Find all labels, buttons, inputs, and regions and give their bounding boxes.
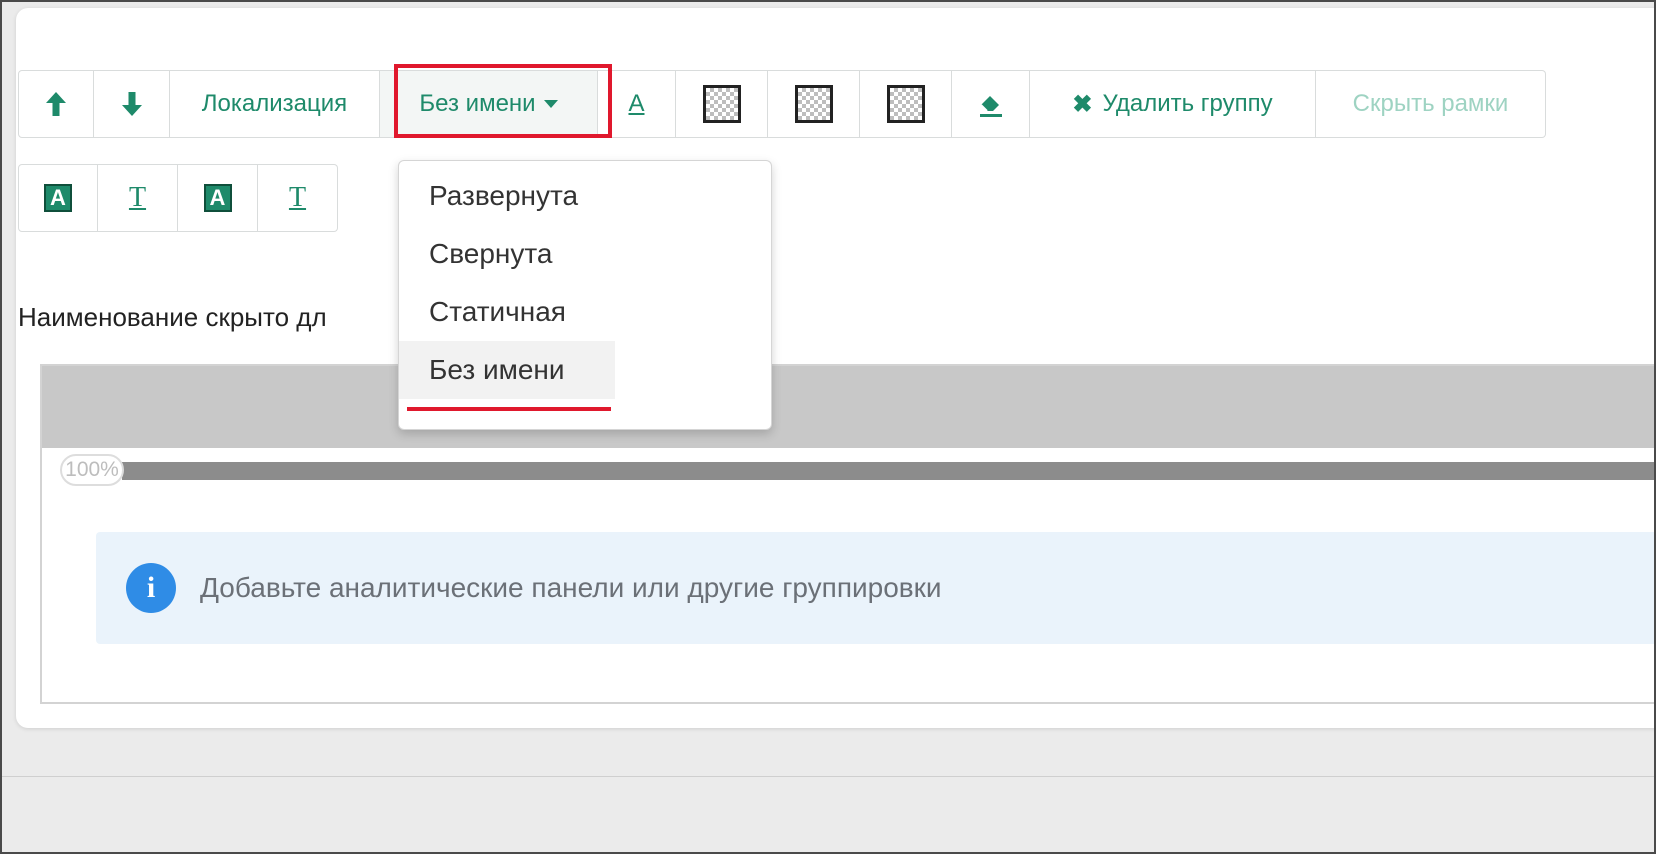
eraser-icon <box>979 96 1002 117</box>
dropdown-item-static[interactable]: Статичная <box>399 283 615 341</box>
text-t-icon: T <box>288 182 307 213</box>
info-icon: i <box>126 563 176 613</box>
title-bg-button[interactable]: A <box>18 164 98 232</box>
delete-group-button[interactable]: ✖ Удалить группу <box>1030 70 1316 138</box>
border-color-button[interactable] <box>768 70 860 138</box>
arrow-down-icon <box>121 92 142 116</box>
close-icon: ✖ <box>1072 90 1093 118</box>
delete-group-label: Удалить группу <box>1102 90 1273 117</box>
info-text: Добавьте аналитические панели или другие… <box>200 572 942 603</box>
hidden-name-caption: Наименование скрыто дл <box>18 302 327 332</box>
dropdown-item-expanded[interactable]: Развернута <box>399 167 615 225</box>
text-t-icon: T <box>128 182 147 213</box>
dropdown-item-collapsed[interactable]: Свернута <box>399 225 615 283</box>
move-down-button[interactable] <box>94 70 170 138</box>
hide-frames-label: Скрыть рамки <box>1352 90 1509 117</box>
transparent-swatch-icon <box>794 85 833 123</box>
text-style-toolbar: A T A T <box>18 164 338 232</box>
arrow-up-icon <box>46 92 66 116</box>
localization-label: Локализация <box>201 90 348 117</box>
panel-header <box>42 366 1654 448</box>
progress-label: 100% <box>60 454 124 486</box>
transparent-swatch-icon <box>702 85 741 123</box>
subtitle-bg-button[interactable]: A <box>178 164 258 232</box>
font-color-icon: A <box>628 90 645 117</box>
background-color-button[interactable] <box>676 70 768 138</box>
font-color-button[interactable]: A <box>598 70 676 138</box>
footer-divider <box>2 776 1654 777</box>
clear-format-button[interactable] <box>952 70 1030 138</box>
group-toolbar: Локализация Без имени A ✖ Удалить группу… <box>18 70 1546 138</box>
dropdown-item-no-name[interactable]: Без имени <box>399 341 615 399</box>
group-panel: 100% i Добавьте аналитические панели или… <box>40 364 1654 704</box>
info-message: i Добавьте аналитические панели или друг… <box>96 532 1654 644</box>
title-text-button[interactable]: T <box>98 164 178 232</box>
mode-dropdown-menu: Развернута Свернута Статичная Без имени <box>398 160 772 430</box>
mode-select-button[interactable]: Без имени <box>380 70 598 138</box>
filled-a-icon: A <box>44 184 72 212</box>
progress-bar <box>122 462 1654 480</box>
window-frame: Локализация Без имени A ✖ Удалить группу… <box>0 0 1656 854</box>
localization-button[interactable]: Локализация <box>170 70 380 138</box>
selection-underline <box>407 407 611 411</box>
transparent-swatch-icon <box>886 85 925 123</box>
filled-a-icon: A <box>203 184 232 212</box>
caret-down-icon <box>543 100 558 108</box>
hide-frames-button[interactable]: Скрыть рамки <box>1316 70 1546 138</box>
mode-select-label: Без имени <box>419 90 536 117</box>
header-color-button[interactable] <box>860 70 952 138</box>
subtitle-text-button[interactable]: T <box>258 164 338 232</box>
move-up-button[interactable] <box>18 70 94 138</box>
